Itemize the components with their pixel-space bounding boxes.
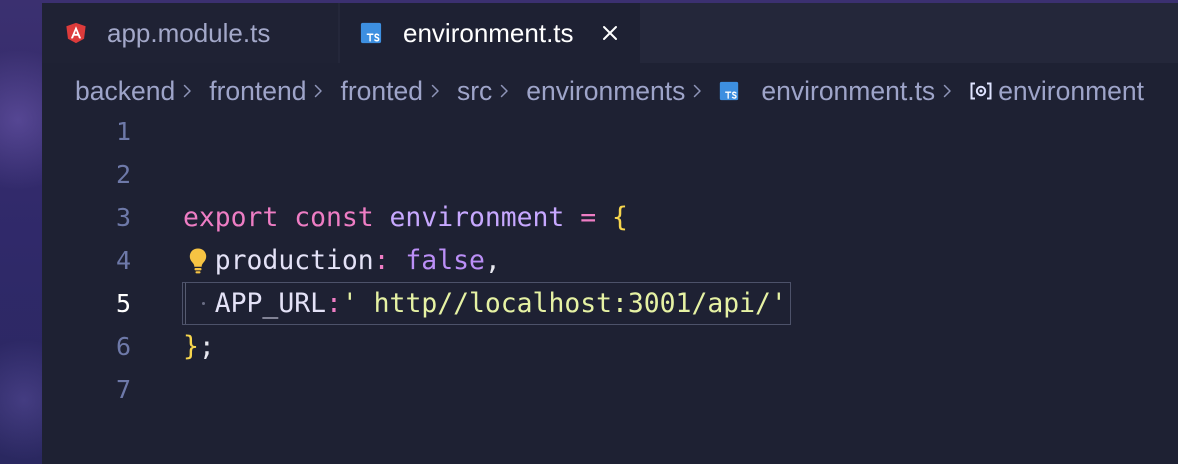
whitespace-dot bbox=[202, 302, 205, 305]
brace-open[interactable]: { bbox=[612, 202, 628, 233]
editor-line[interactable]: 2 bbox=[42, 153, 1178, 196]
line-number: 3 bbox=[115, 203, 131, 232]
chevron-right-icon bbox=[694, 84, 702, 98]
editor-window: app.module.ts environment.ts backend fro… bbox=[42, 3, 1178, 464]
line-number: 7 bbox=[115, 375, 131, 404]
code-line-content[interactable]: production : false , bbox=[182, 239, 505, 282]
breadcrumb-item-src[interactable]: src bbox=[457, 76, 492, 107]
operator-assign[interactable]: = bbox=[580, 202, 596, 233]
tab-label: app.module.ts bbox=[107, 18, 271, 48]
line-number: 6 bbox=[115, 332, 131, 361]
editor-line[interactable]: 4 production : false , bbox=[42, 239, 1178, 282]
screen: app.module.ts environment.ts backend fro… bbox=[0, 0, 1178, 464]
line-number: 4 bbox=[115, 246, 131, 275]
editor-line[interactable]: 1 bbox=[42, 110, 1178, 153]
chevron-right-icon bbox=[315, 84, 323, 98]
tab-bar: app.module.ts environment.ts bbox=[42, 3, 1178, 63]
editor-line[interactable]: 5 APP_URL : ' http//localhost:3001/api/' bbox=[42, 282, 1178, 325]
tab-environment[interactable]: environment.ts bbox=[340, 3, 640, 63]
property-production[interactable]: production bbox=[215, 245, 374, 276]
colon[interactable]: : bbox=[374, 245, 390, 276]
chevron-right-icon bbox=[431, 84, 439, 98]
breadcrumb-item-backend[interactable]: backend bbox=[75, 76, 175, 107]
line-number: 1 bbox=[115, 117, 131, 146]
line-number: 2 bbox=[115, 160, 131, 189]
colon[interactable]: : bbox=[326, 288, 342, 319]
typescript-icon bbox=[720, 81, 739, 101]
line-number: 5 bbox=[115, 289, 131, 318]
code-line-content[interactable] bbox=[182, 368, 187, 411]
property-app-url[interactable]: APP_URL bbox=[215, 288, 326, 319]
code-editor[interactable]: 1 2 3 export const environment = { 4 pro… bbox=[42, 110, 1178, 464]
breadcrumb-item-environment-ts[interactable]: environment.ts bbox=[761, 76, 935, 107]
chevron-right-icon bbox=[943, 84, 951, 98]
code-line-content[interactable]: } ; bbox=[182, 325, 219, 368]
editor-line[interactable]: 6 } ; bbox=[42, 325, 1178, 368]
lightbulb-icon[interactable] bbox=[188, 247, 208, 275]
typescript-icon bbox=[360, 22, 382, 44]
boolean-false[interactable]: false bbox=[405, 245, 484, 276]
breadcrumb-item-environment[interactable]: environment bbox=[998, 76, 1144, 107]
keyword-const[interactable]: const bbox=[294, 202, 373, 233]
code-line-content[interactable]: export const environment = { bbox=[182, 196, 632, 239]
code-line-content[interactable] bbox=[182, 110, 187, 153]
chevron-right-icon bbox=[183, 84, 191, 98]
breadcrumb: backend frontend fronted src environment… bbox=[42, 66, 1178, 116]
editor-line[interactable]: 7 bbox=[42, 368, 1178, 411]
comma[interactable]: , bbox=[485, 245, 501, 276]
code-line-content[interactable]: APP_URL : ' http//localhost:3001/api/' bbox=[182, 282, 791, 325]
keyword-export[interactable]: export bbox=[183, 202, 278, 233]
editor-line[interactable]: 3 export const environment = { bbox=[42, 196, 1178, 239]
indent-guide bbox=[185, 283, 186, 324]
string-url[interactable]: ' http//localhost:3001/api/' bbox=[342, 288, 787, 319]
tab-label: environment.ts bbox=[403, 18, 574, 48]
tab-app-module[interactable]: app.module.ts bbox=[42, 3, 338, 63]
breadcrumb-item-fronted[interactable]: fronted bbox=[340, 76, 423, 107]
symbol-variable-icon bbox=[970, 82, 992, 100]
code-line-content[interactable] bbox=[182, 153, 187, 196]
breadcrumb-item-environments[interactable]: environments bbox=[526, 76, 685, 107]
identifier-environment[interactable]: environment bbox=[390, 202, 565, 233]
semicolon[interactable]: ; bbox=[199, 331, 215, 362]
brace-close[interactable]: } bbox=[183, 331, 199, 362]
breadcrumb-item-frontend[interactable]: frontend bbox=[209, 76, 306, 107]
close-icon[interactable] bbox=[600, 23, 620, 43]
angular-icon bbox=[66, 22, 86, 44]
chevron-right-icon bbox=[501, 84, 509, 98]
